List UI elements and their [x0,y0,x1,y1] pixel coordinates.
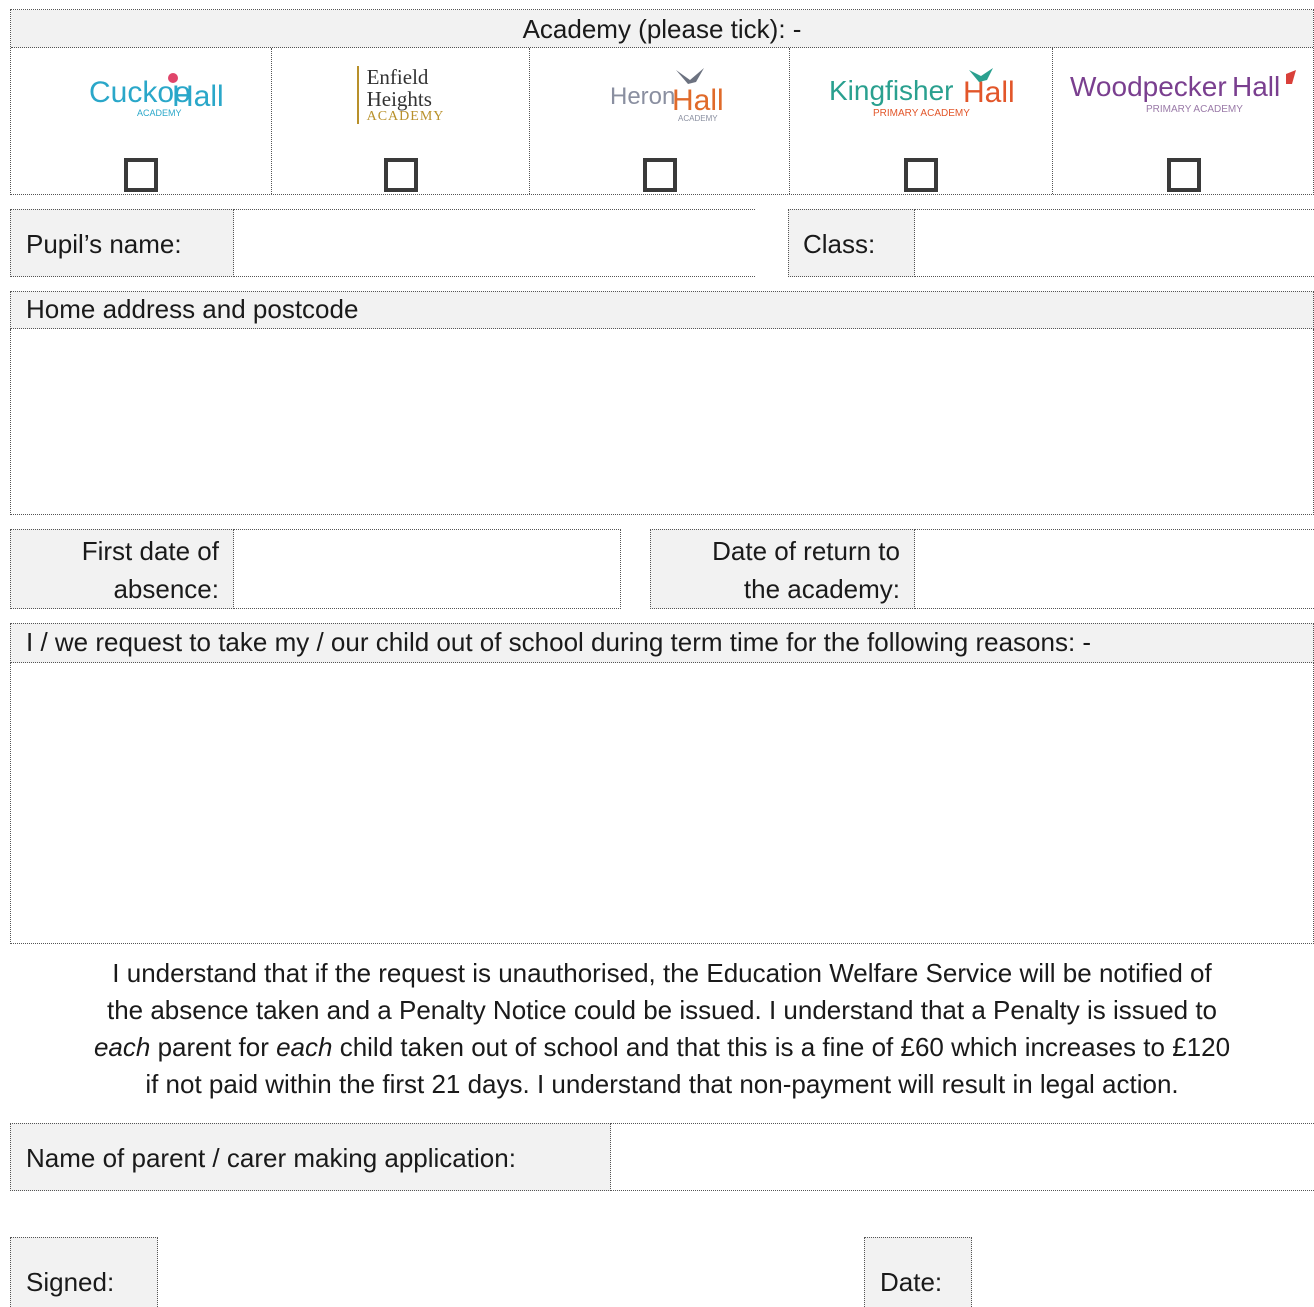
reasons-label: I / we request to take my / our child ou… [26,627,1092,657]
heron-hall-logo: Heron Hall ACADEMY [530,60,789,130]
pupil-name-label: Pupil’s name: [26,229,182,259]
first-date-label-line2: absence: [113,574,219,604]
return-date-label-cell: Date of return to the academy: [650,529,915,609]
home-address-header: Home address and postcode [10,291,1314,329]
academy-heading: Academy (please tick): - [11,10,1313,48]
academy-option-heron-hall: Heron Hall ACADEMY [530,48,790,194]
class-label: Class: [803,229,876,259]
parent-name-label: Name of parent / carer making applicatio… [26,1143,516,1173]
academy-option-woodpecker-hall: Woodpecker Hall PRIMARY ACADEMY [1053,48,1314,194]
reasons-input[interactable] [10,663,1314,944]
academy-option-cuckoo-hall: Cuckoo Hall ACADEMY [11,48,272,194]
first-date-input[interactable] [234,529,621,609]
svg-text:PRIMARY ACADEMY: PRIMARY ACADEMY [873,108,970,119]
class-label-cell: Class: [788,209,915,277]
signature-input[interactable] [158,1237,864,1307]
kingfisher-hall-checkbox[interactable] [904,158,938,192]
kingfisher-hall-logo: Kingfisher Hall PRIMARY ACADEMY [790,60,1052,130]
home-address-label: Home address and postcode [26,294,359,324]
return-date-input[interactable] [915,529,1314,609]
first-date-label-cell: First date of absence: [10,529,234,609]
svg-text:Hall: Hall [672,84,724,117]
academy-selection-table: Academy (please tick): - Cuckoo Hall ACA… [10,9,1314,195]
date-label: Date: [880,1267,943,1297]
signed-label-cell: Signed: [10,1237,158,1307]
pupil-name-input[interactable] [234,209,755,277]
svg-text:Hall: Hall [963,76,1015,109]
woodpecker-hall-checkbox[interactable] [1167,158,1201,192]
cuckoo-hall-checkbox[interactable] [124,158,158,192]
svg-text:Heron: Heron [610,83,675,110]
return-date-label-line2: the academy: [743,574,900,604]
parent-name-input[interactable] [611,1123,1314,1191]
heron-hall-checkbox[interactable] [642,158,677,192]
first-date-label-line1: First date of [81,536,219,566]
statement-line-3: each parent for each child taken out of … [93,1032,1231,1062]
class-input[interactable] [915,209,1314,277]
home-address-input[interactable] [10,329,1314,515]
svg-text:Kingfisher: Kingfisher [829,75,954,106]
cuckoo-hall-logo: Cuckoo Hall ACADEMY [11,60,271,130]
woodpecker-hall-logo: Woodpecker Hall PRIMARY ACADEMY [1053,60,1314,130]
statement-line-1: I understand that if the request is unau… [112,958,1212,988]
return-date-label-line1: Date of return to [712,536,900,566]
academy-option-enfield-heights: Enfield Heights ACADEMY [272,48,530,194]
signed-label: Signed: [26,1267,115,1297]
enfield-heights-logo: Enfield Heights ACADEMY [272,60,529,130]
date-input[interactable] [972,1237,1314,1307]
svg-text:Hall: Hall [1232,71,1280,102]
svg-text:PRIMARY ACADEMY: PRIMARY ACADEMY [1146,104,1243,115]
enfield-heights-checkbox[interactable] [383,158,418,192]
statement-line-4: if not paid within the first 21 days. I … [145,1069,1179,1099]
statement-line-2: the absence taken and a Penalty Notice c… [106,995,1218,1025]
reasons-header: I / we request to take my / our child ou… [10,623,1314,663]
pupil-name-label-cell: Pupil’s name: [10,209,234,277]
svg-text:Woodpecker: Woodpecker [1070,71,1227,102]
date-label-cell: Date: [864,1237,972,1307]
academy-option-kingfisher-hall: Kingfisher Hall PRIMARY ACADEMY [790,48,1053,194]
svg-text:ACADEMY: ACADEMY [137,108,182,118]
parent-name-label-cell: Name of parent / carer making applicatio… [10,1123,611,1191]
penalty-statement: I understand that if the request is unau… [10,955,1314,1103]
svg-text:ACADEMY: ACADEMY [678,114,718,123]
